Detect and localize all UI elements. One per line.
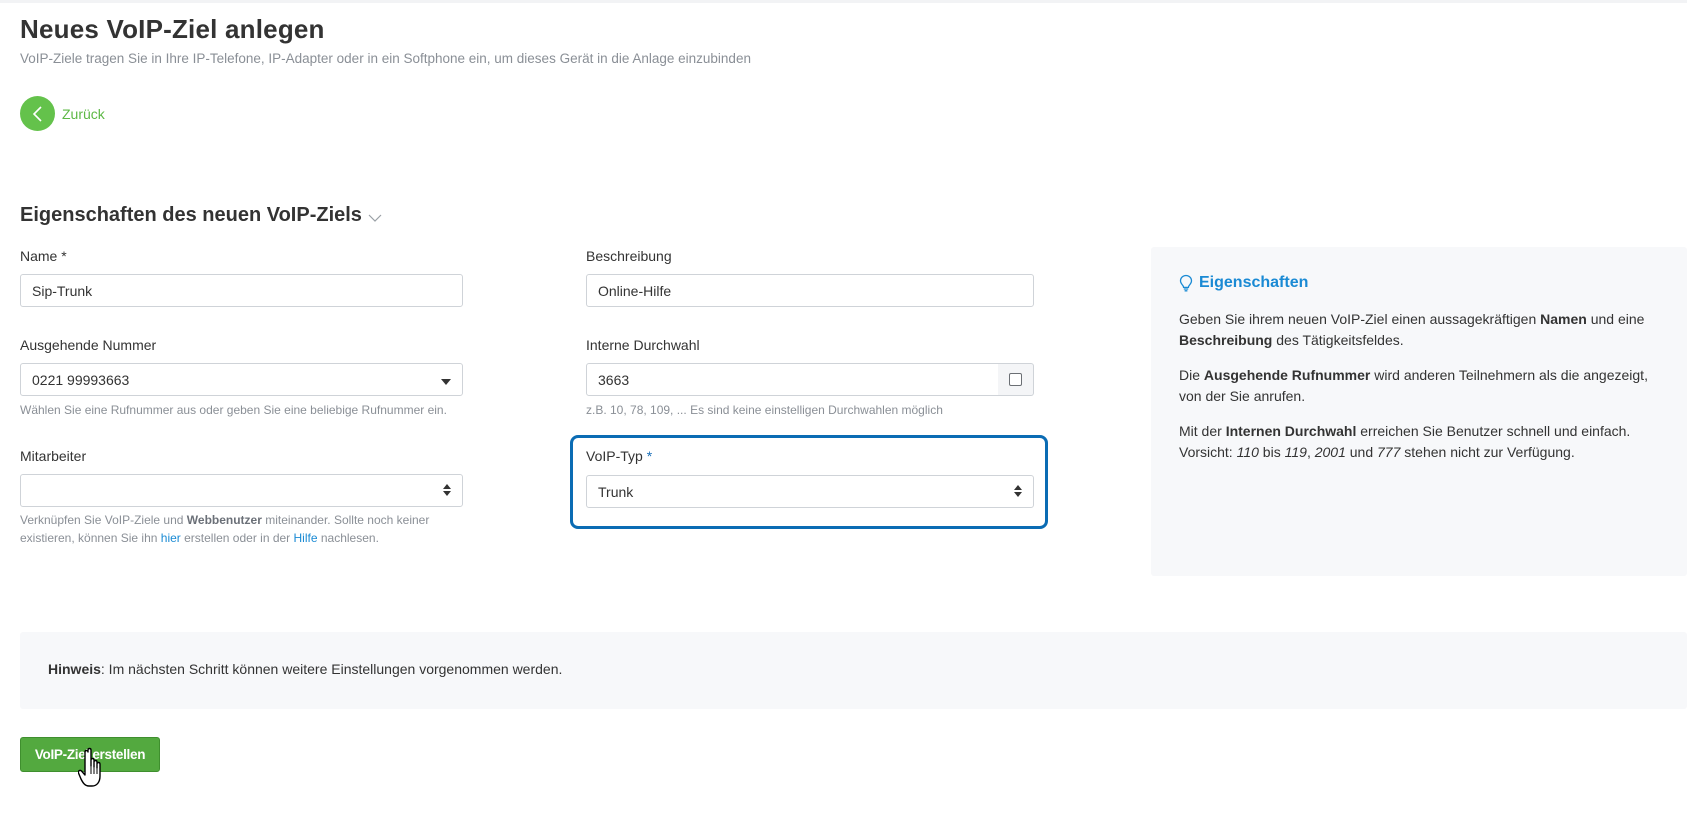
sort-arrows-icon bbox=[443, 483, 451, 499]
info-text: Geben Sie ihrem neuen VoIP-Ziel einen au… bbox=[1179, 311, 1541, 327]
name-label-text: Name bbox=[20, 248, 58, 264]
caret-down-icon bbox=[441, 372, 451, 388]
hier-link[interactable]: hier bbox=[161, 531, 181, 545]
mitarbeiter-label: Mitarbeiter bbox=[20, 448, 87, 464]
info-italic: 777 bbox=[1377, 444, 1401, 460]
hint-bold: Hinweis bbox=[48, 661, 101, 677]
section-title[interactable]: Eigenschaften des neuen VoIP-Ziels bbox=[20, 202, 382, 229]
name-label: Name * bbox=[20, 248, 67, 264]
info-text: von der Sie anrufen. bbox=[1179, 388, 1306, 404]
hand-pointer-cursor-icon bbox=[78, 747, 101, 787]
info-text: bis bbox=[1258, 444, 1285, 460]
beschreibung-input[interactable] bbox=[586, 274, 1034, 307]
info-bold: Internen Durchwahl bbox=[1225, 423, 1357, 439]
required-marker: * bbox=[61, 248, 67, 264]
hint-text: Hinweis: Im nächsten Schritt können weit… bbox=[48, 661, 562, 677]
help-text: existieren, können Sie ihn bbox=[20, 531, 161, 545]
info-paragraph-rufnummer: Die Ausgehende Rufnummer wird anderen Te… bbox=[1179, 365, 1659, 407]
voip-typ-value: Trunk bbox=[598, 483, 634, 500]
info-text: und bbox=[1345, 444, 1378, 460]
top-border bbox=[0, 0, 1687, 3]
page-title: Neues VoIP-Ziel anlegen bbox=[20, 14, 325, 44]
info-text: Die bbox=[1179, 367, 1204, 383]
info-text: Mit der bbox=[1179, 423, 1226, 439]
info-text: wird anderen Teilnehmern als die angezei… bbox=[1370, 367, 1648, 383]
voip-typ-label: VoIP-Typ * bbox=[586, 448, 652, 464]
mitarbeiter-help: Verknüpfen Sie VoIP-Ziele und Webbenutze… bbox=[20, 511, 460, 547]
info-bold: Namen bbox=[1540, 311, 1587, 327]
help-text: erstellen oder in der bbox=[180, 531, 294, 545]
mitarbeiter-select[interactable] bbox=[20, 474, 463, 507]
info-text: , bbox=[1306, 444, 1315, 460]
ausgehende-nummer-label: Ausgehende Nummer bbox=[20, 337, 157, 353]
sort-arrows-icon bbox=[1014, 484, 1022, 500]
info-bold: Ausgehende Rufnummer bbox=[1203, 367, 1371, 383]
info-italic: 2001 bbox=[1314, 444, 1346, 460]
section-title-text: Eigenschaften des neuen VoIP-Ziels bbox=[20, 204, 362, 226]
back-label: Zurück bbox=[62, 105, 105, 122]
info-text: erreichen Sie Benutzer schnell und einfa… bbox=[1356, 423, 1631, 439]
info-text: Vorsicht: bbox=[1179, 444, 1237, 460]
chevron-left-icon bbox=[20, 96, 55, 131]
back-button[interactable]: Zurück bbox=[20, 96, 105, 131]
hint-body: : Im nächsten Schritt können weitere Ein… bbox=[100, 661, 563, 677]
info-title-text: Eigenschaften bbox=[1199, 274, 1309, 291]
help-text: miteinander. Sollte noch keiner bbox=[261, 513, 430, 527]
hint-panel: Hinweis: Im nächsten Schritt können weit… bbox=[20, 632, 1687, 709]
voip-typ-label-text: VoIP-Typ bbox=[586, 448, 643, 464]
info-italic: 119 bbox=[1284, 444, 1307, 460]
info-paragraph-durchwahl: Mit der Internen Durchwahl erreichen Sie… bbox=[1179, 421, 1659, 463]
chevron-down-icon bbox=[368, 206, 382, 229]
info-panel: Eigenschaften Geben Sie ihrem neuen VoIP… bbox=[1151, 247, 1687, 576]
info-text: des Tätigkeitsfeldes. bbox=[1272, 332, 1404, 348]
lightbulb-icon bbox=[1179, 274, 1193, 292]
interne-durchwahl-help: z.B. 10, 78, 109, ... Es sind keine eins… bbox=[586, 403, 943, 417]
help-text: Verknüpfen Sie VoIP-Ziele und bbox=[20, 513, 187, 527]
interne-durchwahl-label: Interne Durchwahl bbox=[586, 337, 700, 353]
durchwahl-checkbox-addon bbox=[998, 363, 1034, 396]
info-paragraph-name: Geben Sie ihrem neuen VoIP-Ziel einen au… bbox=[1179, 309, 1659, 351]
info-text: stehen nicht zur Verfügung. bbox=[1400, 444, 1575, 460]
interne-durchwahl-input[interactable] bbox=[586, 363, 999, 396]
beschreibung-label: Beschreibung bbox=[586, 248, 672, 264]
info-text: und eine bbox=[1586, 311, 1645, 327]
info-italic: 110 bbox=[1236, 444, 1259, 460]
hilfe-link[interactable]: Hilfe bbox=[294, 531, 318, 545]
help-text: nachlesen. bbox=[317, 531, 379, 545]
help-bold: Webbenutzer bbox=[186, 513, 262, 527]
page-subtitle: VoIP-Ziele tragen Sie in Ihre IP-Telefon… bbox=[20, 51, 751, 66]
ausgehende-nummer-select[interactable]: 0221 99993663 bbox=[20, 363, 463, 396]
info-title: Eigenschaften bbox=[1179, 274, 1308, 292]
durchwahl-checkbox[interactable] bbox=[1009, 373, 1022, 386]
voip-typ-select[interactable]: Trunk bbox=[586, 475, 1034, 508]
info-bold: Beschreibung bbox=[1179, 332, 1273, 348]
name-input[interactable] bbox=[20, 274, 463, 307]
required-marker: * bbox=[646, 448, 653, 464]
ausgehende-nummer-help: Wählen Sie eine Rufnummer aus oder geben… bbox=[20, 403, 447, 417]
ausgehende-nummer-value: 0221 99993663 bbox=[32, 371, 130, 388]
